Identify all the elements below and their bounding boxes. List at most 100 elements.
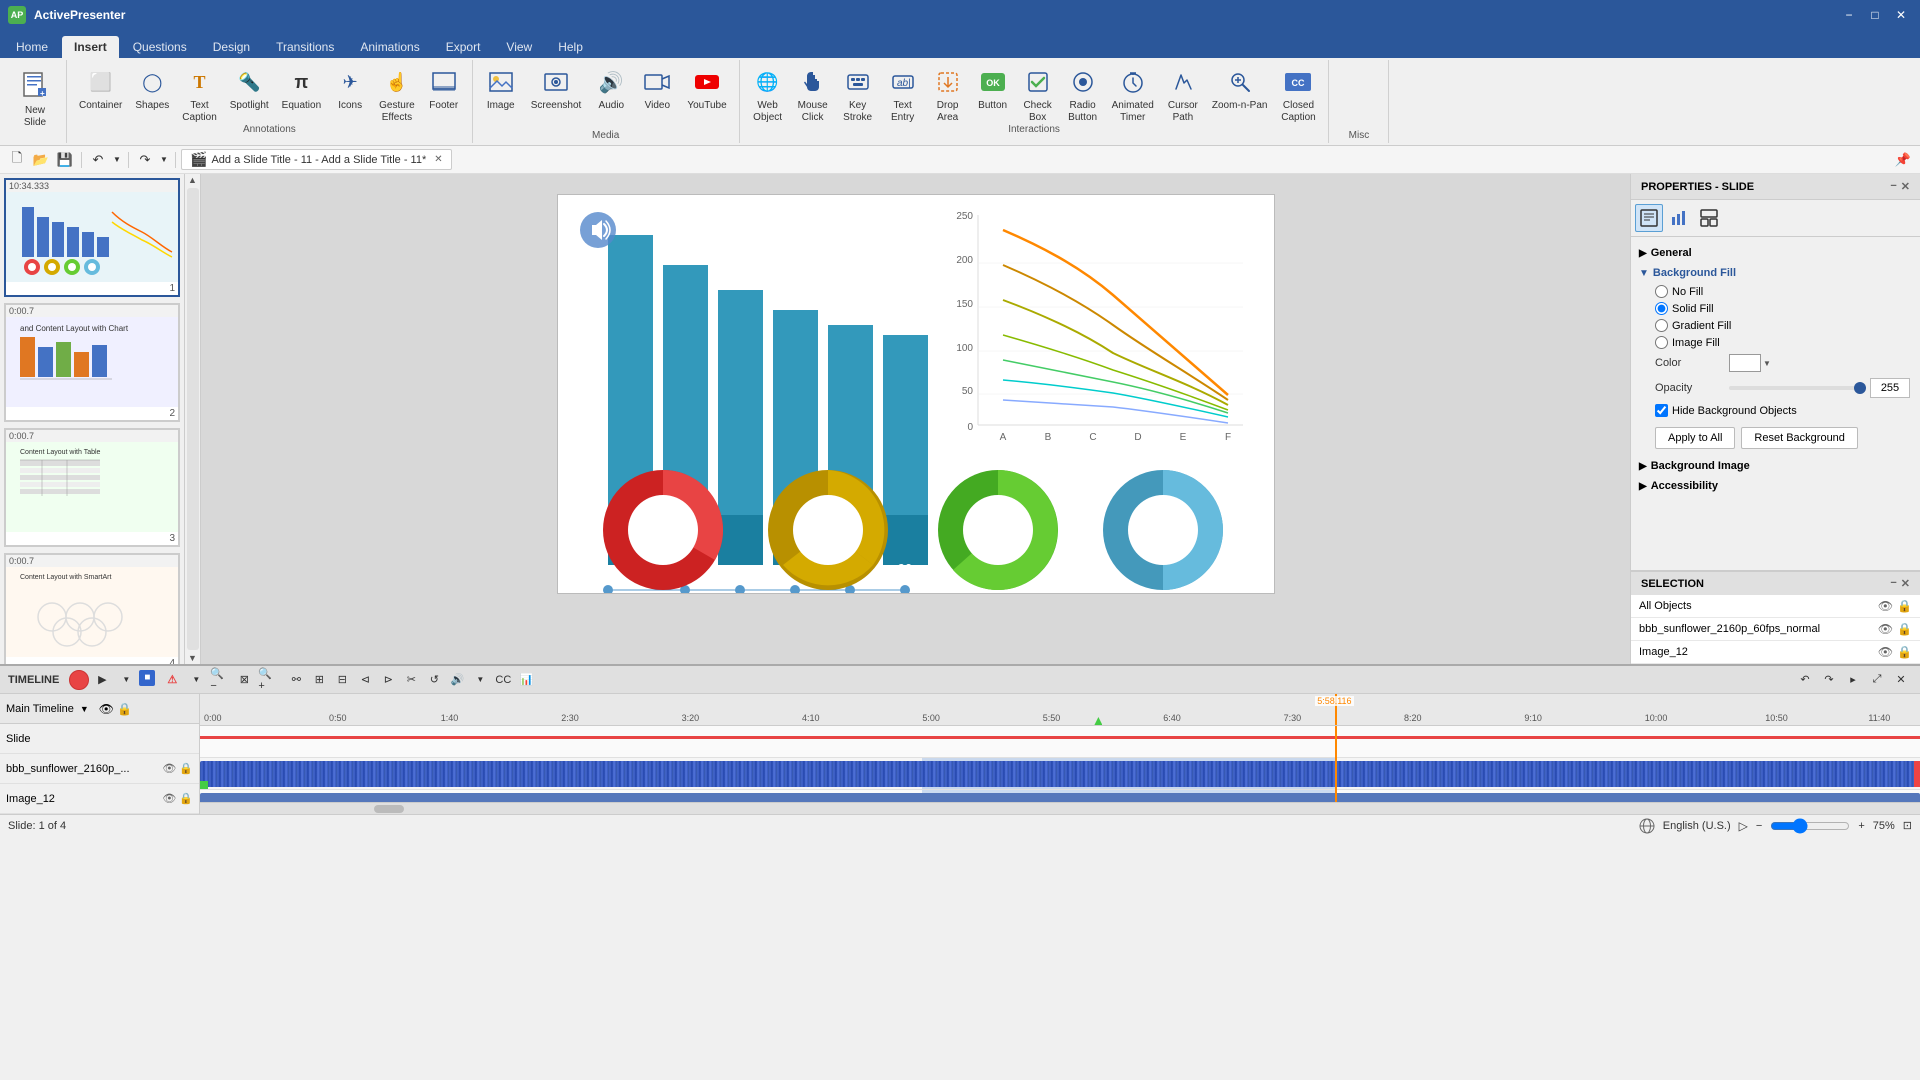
prop-tab-slide[interactable]	[1635, 204, 1663, 232]
tl-crop-end-button[interactable]: ⊳	[377, 670, 399, 690]
color-swatch[interactable]	[1729, 354, 1761, 372]
visibility-icon-img12[interactable]: 👁	[1878, 645, 1893, 659]
spotlight-button[interactable]: 🔦 Spotlight	[224, 62, 275, 116]
visibility-icon-bbb[interactable]: 👁	[1878, 622, 1893, 636]
youtube-button[interactable]: YouTube	[681, 62, 732, 116]
bbb-audio-waveform[interactable]	[200, 761, 1920, 787]
open-file-toolbar-button[interactable]: 📂	[30, 149, 52, 171]
key-stroke-button[interactable]: KeyStroke	[836, 62, 880, 128]
timeline-hscroll[interactable]	[200, 802, 1920, 814]
hide-background-checkbox[interactable]	[1655, 404, 1668, 417]
tl-split-button[interactable]: ⚯	[285, 670, 307, 690]
properties-minimize[interactable]: −	[1890, 180, 1896, 193]
tab-design[interactable]: Design	[201, 36, 262, 58]
tl-redo-button[interactable]: ↷	[1818, 670, 1840, 690]
zoom-in-icon[interactable]: +	[1858, 820, 1864, 832]
tl-more-button[interactable]: ▸	[1842, 670, 1864, 690]
maximize-button[interactable]: □	[1864, 6, 1886, 24]
tl-zoom-in-button[interactable]: 🔍+	[257, 670, 279, 690]
general-section-header[interactable]: ▶ General	[1637, 243, 1914, 263]
slide-thumbnail-1[interactable]: 10:34.333	[4, 178, 180, 297]
prop-tab-chart[interactable]	[1665, 204, 1693, 232]
background-image-header[interactable]: ▶ Background Image	[1637, 456, 1914, 476]
present-button[interactable]: ▷	[1739, 819, 1748, 833]
close-button[interactable]: ✕	[1890, 6, 1912, 24]
tl-zoom-fit-button[interactable]: ⊠	[233, 670, 255, 690]
mouse-click-button[interactable]: MouseClick	[791, 62, 835, 128]
slide-thumbnail-2[interactable]: 0:00.7 and Content Layout with Chart 2	[4, 303, 180, 422]
tl-close-button[interactable]: ✕	[1890, 670, 1912, 690]
tl-ungroup-button[interactable]: ⊟	[331, 670, 353, 690]
tl-captions-button[interactable]: CC	[492, 670, 514, 690]
tl-group-button[interactable]: ⊞	[308, 670, 330, 690]
selection-item-all-objects[interactable]: All Objects 👁 🔒	[1631, 595, 1920, 618]
image12-bar[interactable]	[200, 793, 1920, 802]
reset-background-button[interactable]: Reset Background	[1741, 427, 1858, 449]
active-file-tab[interactable]: 🎬 Add a Slide Title - 11 - Add a Slide T…	[181, 149, 452, 170]
text-caption-button[interactable]: T TextCaption	[176, 62, 222, 128]
tab-transitions[interactable]: Transitions	[264, 36, 346, 58]
gesture-effects-button[interactable]: ☝ GestureEffects	[373, 62, 421, 128]
background-fill-header[interactable]: ▼ Background Fill	[1637, 263, 1914, 283]
zoom-n-pan-button[interactable]: Zoom-n-Pan	[1206, 62, 1274, 116]
opacity-value[interactable]: 255	[1870, 378, 1910, 398]
new-slide-button[interactable]: + NewSlide	[8, 62, 62, 134]
drop-area-button[interactable]: DropArea	[926, 62, 970, 128]
lock-icon-all[interactable]: 🔒	[1897, 599, 1912, 613]
slide-thumbnail-3[interactable]: 0:00.7 Content Layout with Table 3	[4, 428, 180, 547]
gradient-fill-radio[interactable]	[1655, 319, 1668, 332]
image12-visibility-icon[interactable]: 👁	[162, 792, 176, 805]
tl-alert-button[interactable]: ⚠	[161, 670, 183, 690]
hscroll-thumb[interactable]	[374, 805, 404, 813]
tab-export[interactable]: Export	[434, 36, 493, 58]
track-visibility-toggle[interactable]: 👁	[99, 702, 114, 716]
animated-timer-button[interactable]: AnimatedTimer	[1106, 62, 1160, 128]
cursor-path-button[interactable]: CursorPath	[1161, 62, 1205, 128]
lock-icon-img12[interactable]: 🔒	[1897, 645, 1912, 659]
tab-animations[interactable]: Animations	[348, 36, 431, 58]
selection-close[interactable]: ✕	[1901, 577, 1910, 590]
image12-lock-icon[interactable]: 🔒	[179, 792, 193, 805]
tl-volume-dropdown[interactable]: ▼	[469, 670, 491, 690]
undo-arrow[interactable]: ▼	[111, 149, 123, 171]
file-tab-close[interactable]: ✕	[434, 154, 442, 165]
bbb-lock-icon[interactable]: 🔒	[179, 762, 193, 775]
track-lock-toggle[interactable]: 🔒	[117, 702, 132, 716]
tl-record-button[interactable]	[69, 670, 89, 690]
radio-button-button[interactable]: RadioButton	[1061, 62, 1105, 128]
fit-page-button[interactable]: ⊡	[1903, 819, 1912, 832]
check-box-button[interactable]: CheckBox	[1016, 62, 1060, 128]
slide-thumbnail-4[interactable]: 0:00.7 Content Layout with SmartArt 4	[4, 553, 180, 664]
canvas-scroll[interactable]: 30 45 60 75 85	[201, 174, 1630, 664]
timeline-dropdown-arrow[interactable]: ▼	[80, 704, 89, 714]
image-button[interactable]: Image	[479, 62, 523, 116]
tab-view[interactable]: View	[494, 36, 544, 58]
screenshot-button[interactable]: Screenshot	[525, 62, 588, 116]
redo-arrow[interactable]: ▼	[158, 149, 170, 171]
selection-item-bbb-sunflower[interactable]: bbb_sunflower_2160p_60fps_normal 👁 🔒	[1631, 618, 1920, 641]
tl-zoom-out-button[interactable]: 🔍−	[209, 670, 231, 690]
image-fill-radio[interactable]	[1655, 336, 1668, 349]
tl-chart-button[interactable]: 📊	[515, 670, 537, 690]
tab-questions[interactable]: Questions	[121, 36, 199, 58]
video-button[interactable]: Video	[635, 62, 679, 116]
tl-trim-button[interactable]: ✂	[400, 670, 422, 690]
text-entry-button[interactable]: ab| TextEntry	[881, 62, 925, 128]
tl-stop-button[interactable]: ■	[139, 670, 155, 686]
tl-volume-button[interactable]: 🔊	[446, 670, 468, 690]
minimize-button[interactable]: −	[1838, 6, 1860, 24]
undo-toolbar-button[interactable]: ↶	[87, 149, 109, 171]
container-button[interactable]: ⬜ Container	[73, 62, 128, 116]
canvas-vscroll[interactable]: ▲ ▼	[185, 174, 201, 664]
opacity-slider[interactable]	[1729, 386, 1866, 390]
apply-to-all-button[interactable]: Apply to All	[1655, 427, 1735, 449]
button-button[interactable]: OK Button	[971, 62, 1015, 116]
vscroll-thumb[interactable]	[187, 188, 199, 650]
audio-button[interactable]: 🔊 Audio	[589, 62, 633, 116]
vscroll-down[interactable]: ▼	[187, 652, 199, 664]
tl-undo-button[interactable]: ↶	[1794, 670, 1816, 690]
tl-play-button[interactable]: ▶	[91, 670, 113, 690]
web-object-button[interactable]: 🌐 WebObject	[746, 62, 790, 128]
no-fill-radio[interactable]	[1655, 285, 1668, 298]
selection-item-image-12[interactable]: Image_12 👁 🔒	[1631, 641, 1920, 664]
